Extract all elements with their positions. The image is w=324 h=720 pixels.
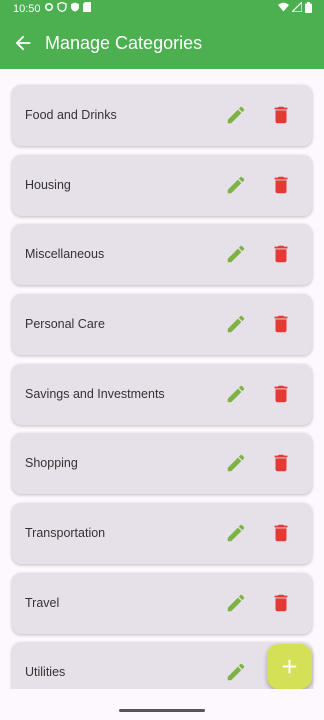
category-item[interactable]: Shopping xyxy=(12,433,312,494)
trash-icon[interactable] xyxy=(270,592,292,614)
category-item[interactable]: Savings and Investments xyxy=(12,364,312,425)
signal-icon xyxy=(292,2,302,12)
category-item[interactable]: Transportation xyxy=(12,503,312,564)
shield-filled-status-icon xyxy=(71,2,79,12)
category-item[interactable]: Personal Care xyxy=(12,294,312,355)
category-label: Savings and Investments xyxy=(25,387,165,401)
pencil-icon[interactable] xyxy=(225,661,247,683)
settings-status-icon xyxy=(44,2,54,12)
category-list[interactable]: Food and Drinks Housing Miscellaneous Pe… xyxy=(0,69,324,689)
category-item[interactable]: Travel xyxy=(12,573,312,634)
arrow-back-icon[interactable] xyxy=(12,32,34,54)
pencil-icon[interactable] xyxy=(225,174,247,196)
category-label: Food and Drinks xyxy=(25,108,117,122)
pencil-icon[interactable] xyxy=(225,452,247,474)
category-label: Personal Care xyxy=(25,317,105,331)
pencil-icon[interactable] xyxy=(225,522,247,544)
trash-icon[interactable] xyxy=(270,313,292,335)
pencil-icon[interactable] xyxy=(225,592,247,614)
pencil-icon[interactable] xyxy=(225,313,247,335)
shield-status-icon xyxy=(57,2,67,12)
category-label: Miscellaneous xyxy=(25,247,105,261)
plus-icon xyxy=(282,659,297,674)
trash-icon[interactable] xyxy=(270,174,292,196)
app-bar: 10:50 Manage Categories xyxy=(0,0,324,69)
category-label: Shopping xyxy=(25,456,78,470)
pencil-icon[interactable] xyxy=(225,383,247,405)
trash-icon[interactable] xyxy=(270,522,292,544)
pencil-icon[interactable] xyxy=(225,243,247,265)
category-item[interactable]: Food and Drinks xyxy=(12,85,312,146)
category-label: Transportation xyxy=(25,526,106,540)
category-label: Utilities xyxy=(25,665,66,679)
add-category-button[interactable] xyxy=(267,644,312,689)
trash-icon[interactable] xyxy=(270,243,292,265)
status-left-icons xyxy=(44,2,91,12)
pencil-icon[interactable] xyxy=(225,104,247,126)
status-bar: 10:50 xyxy=(0,0,324,18)
status-right-icons xyxy=(278,2,312,13)
category-label: Travel xyxy=(25,596,60,610)
trash-icon[interactable] xyxy=(270,104,292,126)
battery-icon xyxy=(305,2,312,13)
gesture-handle[interactable] xyxy=(119,709,205,712)
category-item[interactable]: Miscellaneous xyxy=(12,224,312,285)
page-title: Manage Categories xyxy=(45,33,203,53)
toolbar: Manage Categories xyxy=(0,18,324,69)
status-time: 10:50 xyxy=(13,3,41,15)
sim-card-status-icon xyxy=(83,2,91,12)
system-nav-bar xyxy=(0,689,324,720)
trash-icon[interactable] xyxy=(270,383,292,405)
wifi-icon xyxy=(278,2,289,12)
category-label: Housing xyxy=(25,178,71,192)
category-item[interactable]: Housing xyxy=(12,155,312,216)
trash-icon[interactable] xyxy=(270,452,292,474)
